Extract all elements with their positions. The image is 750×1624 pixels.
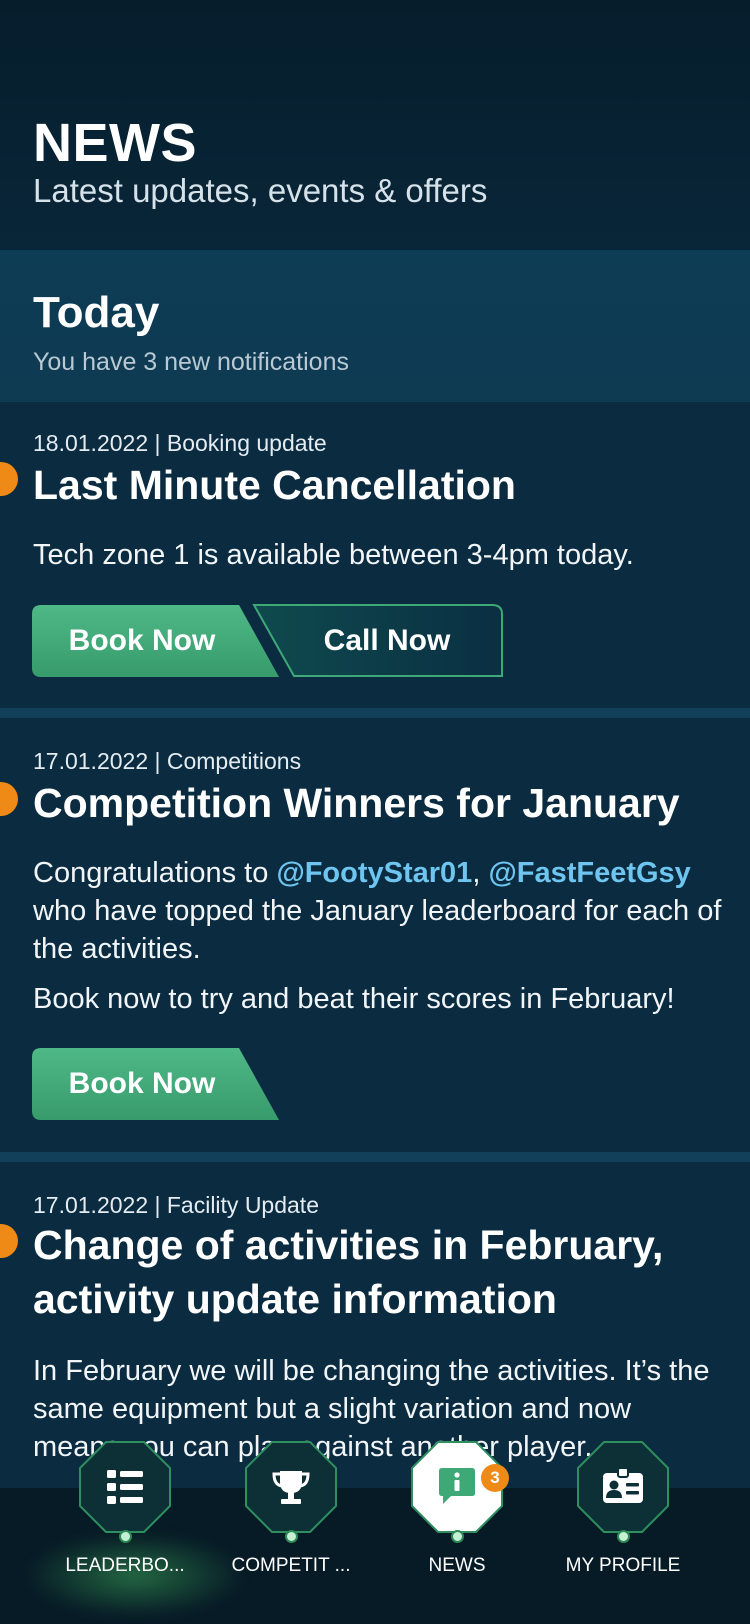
today-section: Today You have 3 new notifications <box>0 250 750 402</box>
divider <box>0 1152 750 1162</box>
page-header: NEWS Latest updates, events & offers <box>0 0 750 250</box>
nav-item-competitions[interactable]: COMPETIT ... <box>211 1440 371 1624</box>
call-now-button[interactable]: Call Now <box>252 604 504 678</box>
nav-item-profile[interactable]: MY PROFILE <box>543 1440 703 1624</box>
news-body: Tech zone 1 is available between 3-4pm t… <box>33 539 634 571</box>
unread-indicator <box>0 782 18 816</box>
book-now-label: Book Now <box>68 624 216 657</box>
news-card: 17.01.2022 | Competitions Competition Wi… <box>0 718 750 1152</box>
news-meta: 18.01.2022 | Booking update <box>33 430 327 456</box>
unread-indicator <box>0 1224 18 1258</box>
body-text: who have topped the January leaderboard … <box>33 895 722 965</box>
page-subtitle: Latest updates, events & offers <box>33 172 488 209</box>
id-card-icon <box>603 1467 643 1503</box>
news-card: 18.01.2022 | Booking update Last Minute … <box>0 402 750 708</box>
trophy-icon <box>272 1471 310 1504</box>
page-title: NEWS <box>33 113 197 173</box>
divider <box>0 708 750 718</box>
mention-link[interactable]: @FootyStar01 <box>276 857 472 889</box>
nav-label: NEWS <box>428 1555 486 1576</box>
notification-badge: 3 <box>481 1464 509 1492</box>
unread-indicator <box>0 462 18 496</box>
news-meta: 17.01.2022 | Competitions <box>33 748 302 774</box>
nav-indicator <box>285 1530 298 1543</box>
nav-indicator <box>451 1530 464 1543</box>
news-body: Congratulations to @FootyStar01, @FastFe… <box>33 854 723 968</box>
body-text: , <box>472 857 489 889</box>
info-chat-icon <box>439 1468 475 1504</box>
news-title: Change of activities in February, activi… <box>33 1222 664 1322</box>
news-body-secondary: Book now to try and beat their scores in… <box>33 983 675 1015</box>
book-now-label: Book Now <box>68 1067 216 1100</box>
book-now-button[interactable]: Book Now <box>31 604 281 678</box>
list-icon <box>107 1470 143 1504</box>
section-title: Today <box>33 288 160 337</box>
news-meta: 17.01.2022 | Facility Update <box>33 1192 319 1218</box>
news-title: Competition Winners for January <box>33 780 680 826</box>
nav-item-leaderboard[interactable]: LEADERBO... <box>45 1440 205 1624</box>
call-now-label: Call Now <box>323 624 451 657</box>
nav-indicator <box>119 1530 132 1543</box>
mention-link[interactable]: @FastFeetGsy <box>488 857 690 889</box>
notification-count: You have 3 new notifications <box>33 348 349 376</box>
book-now-button[interactable]: Book Now <box>31 1047 281 1121</box>
body-text: Congratulations to <box>33 857 277 889</box>
news-title: Last Minute Cancellation <box>33 462 516 508</box>
nav-label: LEADERBO... <box>65 1555 185 1576</box>
nav-label: MY PROFILE <box>565 1555 681 1576</box>
nav-item-news[interactable]: 3 NEWS <box>377 1440 537 1624</box>
nav-label: COMPETIT ... <box>231 1555 351 1576</box>
nav-indicator <box>617 1530 630 1543</box>
